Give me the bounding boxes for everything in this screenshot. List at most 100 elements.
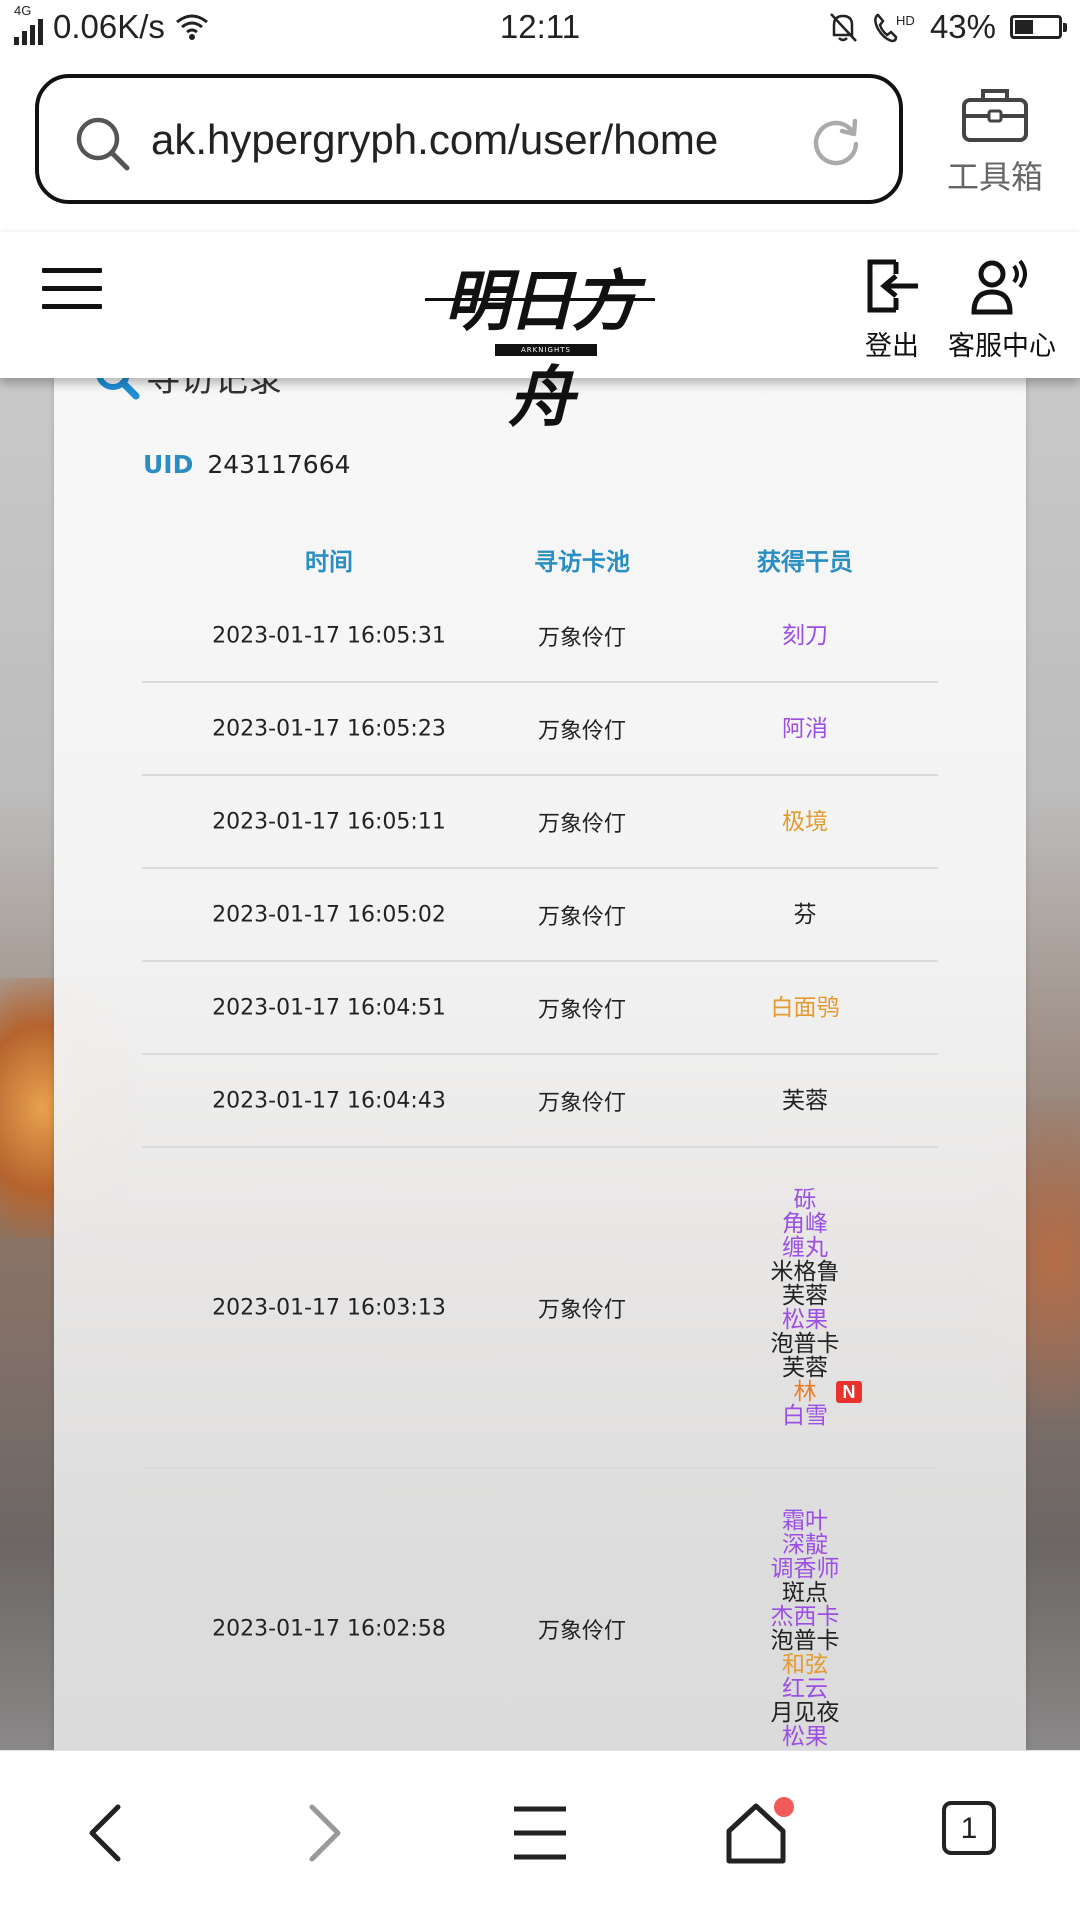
logo-subtext: ARKNIGHTS [495, 344, 597, 356]
operator-name-text: 米格鲁 [770, 1258, 840, 1285]
battery-percent: 43% [929, 8, 996, 45]
row-pool: 万象伶仃 [537, 718, 626, 744]
svg-text:HD: HD [896, 13, 915, 28]
row-time: 2023-01-17 16:05:11 [212, 809, 446, 834]
operator-name-text: 调香师 [770, 1555, 840, 1582]
operator-name: 米格鲁 [752, 1260, 858, 1284]
url-text[interactable]: ak.hypergryph.com/user/home [151, 116, 718, 164]
home-button[interactable] [724, 1797, 794, 1865]
browser-toolbar: ak.hypergryph.com/user/home 工具箱 [0, 56, 1080, 232]
row-operators: 白面鸮 [752, 996, 858, 1020]
row-time: 2023-01-17 16:04:43 [212, 1088, 446, 1113]
operator-name: 角峰 [752, 1212, 858, 1236]
operator-name: 芙蓉 [752, 1089, 858, 1113]
uid-line: UID 243117664 [143, 450, 351, 479]
hd-call-icon: HD [874, 13, 915, 43]
operator-name-text: 阿消 [782, 715, 828, 742]
forward-icon[interactable] [302, 1801, 346, 1865]
hamburger-menu-icon[interactable] [42, 268, 102, 322]
operator-name: 霜叶 [752, 1509, 858, 1533]
operator-name: 松果 [752, 1308, 858, 1332]
address-bar[interactable]: ak.hypergryph.com/user/home [35, 74, 903, 204]
uid-label: UID [143, 450, 194, 479]
operator-name: 调香师 [752, 1557, 858, 1581]
record-table: 2023-01-17 16:05:31 万象伶仃 刻刀 2023-01-17 16:0… [142, 590, 938, 1750]
operator-name-text: 白面鸮 [770, 994, 840, 1021]
operator-name-text: 红云 [782, 1675, 828, 1702]
operator-name-text: 芙蓉 [782, 1087, 828, 1114]
arknights-logo[interactable]: 明日方舟 ARKNIGHTS [425, 248, 655, 436]
table-row: 2023-01-17 16:05:31 万象伶仃 刻刀 [142, 590, 938, 683]
operator-name: 杰西卡 [752, 1605, 858, 1629]
row-time: 2023-01-17 16:03:13 [212, 1295, 446, 1320]
logout-button[interactable]: 登出 [862, 256, 922, 363]
logout-icon [867, 259, 918, 313]
table-header: 时间 寻访卡池 获得干员 [142, 542, 938, 576]
card-title: 寻访记录 [94, 378, 282, 401]
operator-name-text: 斑点 [782, 1579, 828, 1606]
logout-label: 登出 [865, 331, 919, 362]
operator-name-text: 缠丸 [782, 1234, 828, 1261]
operator-name: 砾 [752, 1188, 858, 1212]
site-header: 明日方舟 ARKNIGHTS 登出 客服中心 [0, 232, 1080, 436]
table-row: 2023-01-17 16:04:51 万象伶仃 白面鸮 [142, 962, 938, 1055]
operator-name-text: 角峰 [782, 1210, 828, 1237]
row-time: 2023-01-17 16:05:23 [212, 716, 446, 741]
tabs-icon[interactable]: 1 [942, 1801, 996, 1855]
browser-bottom-nav: 1 [0, 1750, 1080, 1921]
page-background: 寻访记录 UID 243117664 时间 寻访卡池 获得干员 2023-01-1… [0, 378, 1080, 1750]
row-time: 2023-01-17 16:04:51 [212, 995, 446, 1020]
operator-name-text: 月见夜 [770, 1699, 840, 1726]
operator-name-text: 深靛 [782, 1531, 828, 1558]
row-operators: 芙蓉 [752, 1089, 858, 1113]
reload-icon[interactable] [811, 116, 861, 166]
operator-name-text: 芙蓉 [782, 1282, 828, 1309]
battery-icon [1010, 15, 1067, 39]
row-time: 2023-01-17 16:05:31 [212, 623, 446, 648]
row-time: 2023-01-17 16:02:58 [212, 1616, 446, 1641]
operator-name: 芙蓉 [752, 1284, 858, 1308]
operator-name-text: 泡普卡 [770, 1627, 840, 1654]
toolbox-label: 工具箱 [946, 158, 1043, 196]
operator-name-text: 霜叶 [782, 1507, 828, 1534]
operator-name: 和弦 [752, 1653, 858, 1677]
toolbox-button[interactable]: 工具箱 [940, 86, 1050, 198]
operator-name-text: 林 [793, 1378, 817, 1405]
row-operators: 刻刀 [752, 624, 858, 648]
row-operators: 极境 [752, 810, 858, 834]
mute-icon [830, 13, 857, 42]
status-bar: 4G 0.06K/s 12:11 HD 43% [0, 0, 1080, 56]
operator-name: 泡普卡 [752, 1629, 858, 1653]
table-row: 2023-01-17 16:02:58 万象伶仃 霜叶 深靛 调香师 斑点 杰西卡 泡普卡 和弦… [142, 1469, 938, 1750]
row-pool: 万象伶仃 [537, 811, 626, 837]
gacha-record-card: 寻访记录 UID 243117664 时间 寻访卡池 获得干员 2023-01-1… [54, 378, 1026, 1750]
operator-name: 深靛 [752, 1533, 858, 1557]
customer-service-icon [971, 259, 1027, 315]
row-pool: 万象伶仃 [537, 1618, 626, 1644]
row-operators: 阿消 [752, 717, 858, 741]
table-row: 2023-01-17 16:04:43 万象伶仃 芙蓉 [142, 1055, 938, 1148]
notification-dot [774, 1797, 794, 1817]
operator-name-text: 刻刀 [782, 622, 828, 649]
menu-icon[interactable] [510, 1801, 570, 1865]
search-icon [76, 117, 130, 171]
row-pool: 万象伶仃 [537, 904, 626, 930]
customer-service-button[interactable]: 客服中心 [948, 256, 1056, 363]
back-icon[interactable] [84, 1801, 128, 1865]
operator-name-text: 泡普卡 [770, 1330, 840, 1357]
header-time: 时间 [305, 548, 353, 576]
operator-name-text: 砾 [793, 1186, 817, 1213]
header-pool: 寻访卡池 [534, 548, 630, 576]
operator-name: 芙蓉 [752, 1356, 858, 1380]
row-pool: 万象伶仃 [537, 625, 626, 651]
operator-name-text: 杰西卡 [770, 1603, 840, 1630]
row-pool: 万象伶仃 [537, 1297, 626, 1323]
operator-name: 阿消 [752, 717, 858, 741]
header-operators: 获得干员 [757, 548, 853, 576]
row-pool: 万象伶仃 [537, 1090, 626, 1116]
operator-name: 缠丸 [752, 1236, 858, 1260]
table-row: 2023-01-17 16:05:23 万象伶仃 阿消 [142, 683, 938, 776]
operator-name: 极境 [752, 810, 858, 834]
card-title-text: 寻访记录 [146, 378, 282, 400]
operator-name: 白雪 [752, 1404, 858, 1428]
